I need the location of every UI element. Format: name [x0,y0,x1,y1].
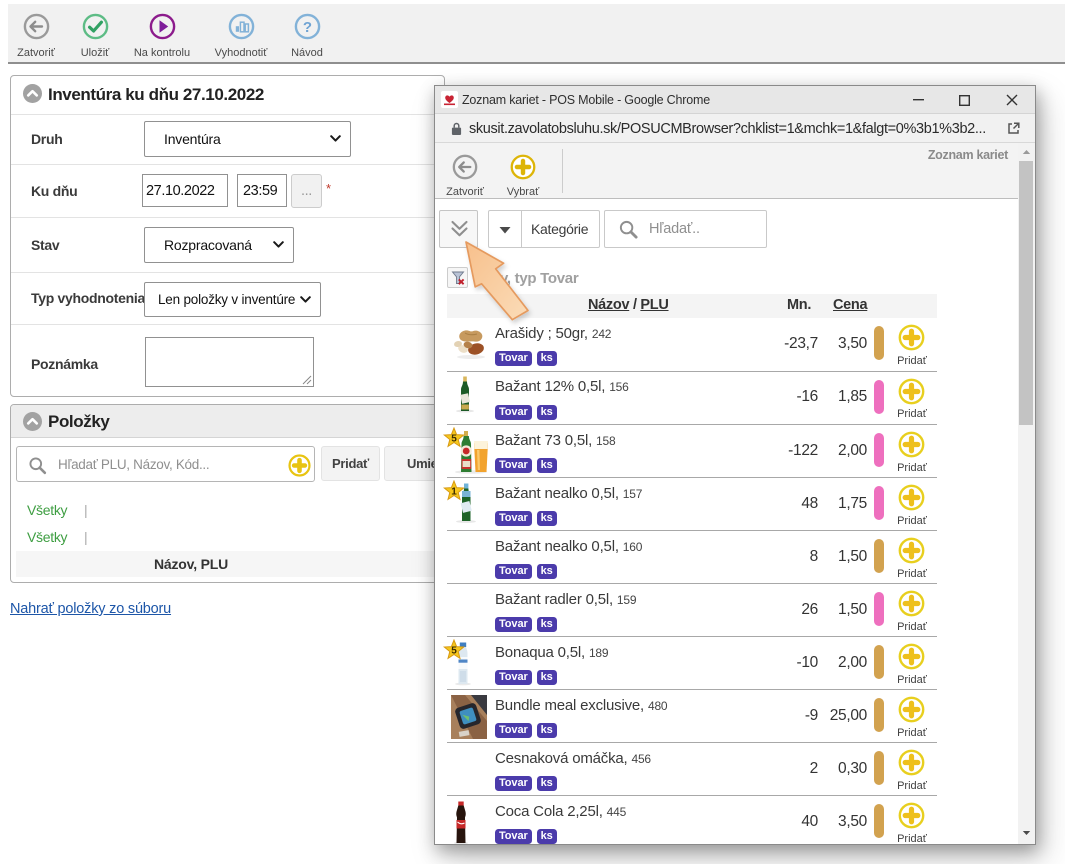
svg-text:?: ? [302,19,311,36]
svg-text:1: 1 [451,487,457,498]
svg-text:5: 5 [451,646,457,657]
svg-text:5: 5 [451,434,457,445]
